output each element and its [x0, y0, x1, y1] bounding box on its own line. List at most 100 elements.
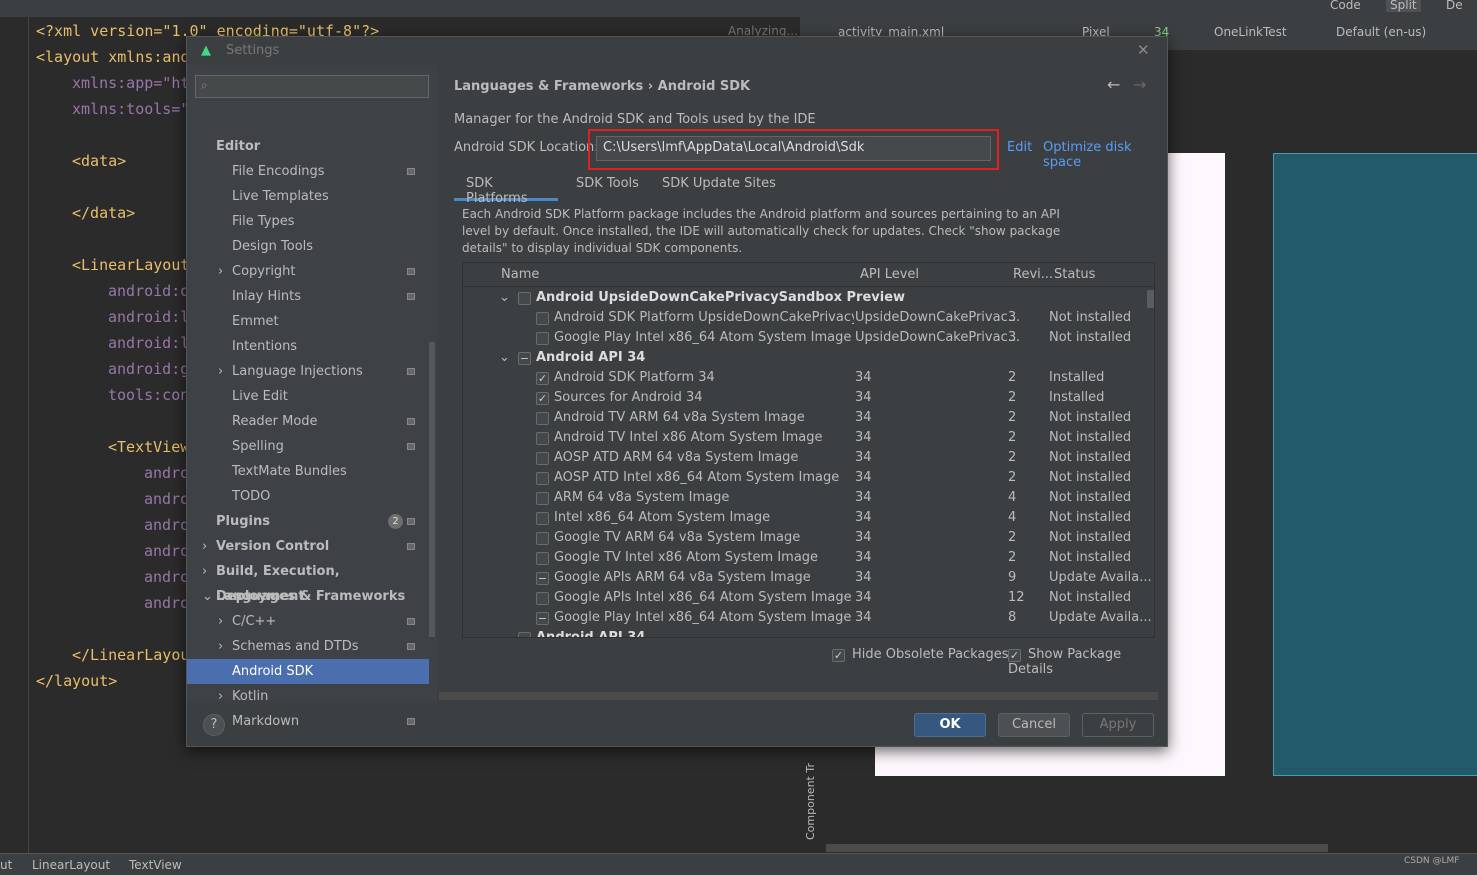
sidebar-item[interactable]: Editor [187, 134, 429, 159]
horizontal-scrollbar[interactable] [826, 844, 1328, 852]
sidebar-item[interactable]: › Build, Execution, Deployment [187, 559, 429, 604]
table-row[interactable]: − Google APIs ARM 64 v8a System Image 34 9 U… [463, 568, 1152, 588]
table-row[interactable]: Android SDK Platform UpsideDownCakePriva… [463, 308, 1143, 328]
sidebar-item[interactable]: Intentions [187, 334, 429, 359]
sidebar-item[interactable]: › Version Control [187, 534, 429, 559]
theme-selector[interactable]: OneLinkTest [1214, 25, 1287, 39]
split-mode-button[interactable]: Split [1386, 0, 1421, 12]
package-checkbox[interactable] [536, 312, 549, 325]
package-checkbox[interactable]: − [518, 352, 531, 365]
edit-link[interactable]: Edit [1007, 140, 1032, 155]
table-row[interactable]: AOSP ATD Intel x86_64 Atom System Image 3… [463, 468, 1143, 488]
breadcrumb-item[interactable]: Languages & Frameworks [454, 79, 643, 94]
sdk-location-field[interactable]: C:\Users\lmf\AppData\Local\Android\Sdk [596, 136, 991, 161]
tab-sdk-update-sites[interactable]: SDK Update Sites [662, 176, 776, 191]
table-row[interactable]: ARM 64 v8a System Image 34 4 Not installed [463, 488, 1143, 508]
project-level-icon [407, 443, 415, 450]
table-row[interactable]: Google TV ARM 64 v8a System Image 34 2 Not … [463, 528, 1143, 548]
col-name[interactable]: Name [501, 267, 539, 282]
package-checkbox[interactable] [536, 532, 549, 545]
table-group-row[interactable]: ⌄−Android API 34 [463, 628, 1143, 637]
col-status[interactable]: Status [1054, 267, 1095, 282]
show-details-checkbox[interactable]: ✓ Show Package Details [1008, 647, 1167, 677]
sidebar-item[interactable]: ⌄ Languages & Frameworks [187, 584, 429, 609]
package-checkbox[interactable]: − [536, 572, 549, 585]
sidebar-item[interactable]: Inlay Hints [187, 284, 429, 309]
table-row[interactable]: AOSP ATD ARM 64 v8a System Image 34 2 Not i… [463, 448, 1143, 468]
sidebar-item[interactable]: Emmet [187, 309, 429, 334]
panel-scrollbar[interactable] [439, 692, 1158, 700]
table-row[interactable]: Google APIs Intel x86_64 Atom System Ima… [463, 588, 1143, 608]
design-mode-button[interactable]: De [1446, 0, 1463, 12]
package-checkbox[interactable] [536, 492, 549, 505]
package-checkbox[interactable] [536, 432, 549, 445]
package-checkbox[interactable]: − [518, 632, 531, 637]
package-checkbox[interactable]: ✓ [536, 392, 549, 405]
package-checkbox[interactable] [536, 592, 549, 605]
package-checkbox[interactable] [536, 472, 549, 485]
package-checkbox[interactable]: − [536, 612, 549, 625]
table-row[interactable]: Intel x86_64 Atom System Image 34 4 Not ins… [463, 508, 1143, 528]
tab-sdk-platforms[interactable]: SDK Platforms [454, 175, 558, 206]
table-row[interactable]: Google TV Intel x86 Atom System Image 34 2… [463, 548, 1143, 568]
ok-button[interactable]: OK [914, 713, 986, 737]
close-icon[interactable]: ✕ [1137, 41, 1150, 59]
sidebar-item[interactable]: File Types [187, 209, 429, 234]
table-row[interactable]: Android TV Intel x86 Atom System Image 34… [463, 428, 1143, 448]
chevron-down-icon[interactable]: ⌄ [499, 628, 510, 637]
sidebar-item[interactable]: TODO [187, 484, 429, 509]
chevron-down-icon[interactable]: ⌄ [499, 348, 510, 368]
component-tree-tab[interactable]: Component Tr [804, 740, 818, 840]
sidebar-item-label: File Encodings [232, 164, 325, 179]
col-api-level[interactable]: API Level [860, 267, 919, 282]
package-checkbox[interactable] [518, 292, 531, 305]
cancel-button[interactable]: Cancel [998, 713, 1070, 737]
table-row[interactable]: ✓ Sources for Android 34 34 2 Installed [463, 388, 1143, 408]
chevron-down-icon[interactable]: ⌄ [499, 288, 510, 308]
sidebar-item[interactable]: Design Tools [187, 234, 429, 259]
sidebar-item[interactable]: › Language Injections [187, 359, 429, 384]
table-row[interactable]: Android TV ARM 64 v8a System Image 34 2 Not… [463, 408, 1143, 428]
sidebar-item[interactable]: Reader Mode [187, 409, 429, 434]
sidebar-item[interactable]: › Schemas and DTDs [187, 634, 429, 659]
apply-button[interactable]: Apply [1082, 713, 1154, 737]
col-revision[interactable]: Revi... [1013, 267, 1053, 282]
table-row[interactable]: ✓ Android SDK Platform 34 34 2 Installed [463, 368, 1143, 388]
sidebar-item[interactable]: Spelling [187, 434, 429, 459]
breadcrumb-item[interactable]: TextView [129, 858, 182, 872]
help-button[interactable]: ? [203, 714, 225, 736]
package-checkbox[interactable] [536, 412, 549, 425]
locale-selector[interactable]: Default (en-us) [1336, 25, 1426, 39]
table-group-row[interactable]: ⌄ Android UpsideDownCakePrivacySandbox Pr… [463, 288, 1143, 308]
chevron-icon: › [218, 264, 224, 279]
sidebar-item[interactable]: Live Edit [187, 384, 429, 409]
tab-sdk-tools[interactable]: SDK Tools [576, 176, 639, 191]
sidebar-item[interactable]: › Copyright [187, 259, 429, 284]
forward-arrow-icon[interactable]: → [1133, 75, 1146, 94]
breadcrumb-item[interactable]: ut [0, 858, 12, 872]
back-arrow-icon[interactable]: ← [1107, 75, 1120, 94]
hide-obsolete-checkbox[interactable]: ✓ Hide Obsolete Packages [832, 647, 1008, 662]
table-row[interactable]: − Google Play Intel x86_64 Atom System Im… [463, 608, 1152, 628]
settings-search-input[interactable] [195, 75, 429, 98]
package-checkbox[interactable] [536, 512, 549, 525]
sidebar-item[interactable]: › Kotlin [187, 684, 429, 709]
package-checkbox[interactable] [536, 452, 549, 465]
table-group-row[interactable]: ⌄−Android API 34 [463, 348, 1143, 368]
code-mode-button[interactable]: Code [1330, 0, 1361, 12]
package-checkbox[interactable]: ✓ [536, 372, 549, 385]
sidebar-item[interactable]: › C/C++ [187, 609, 429, 634]
sidebar-scrollbar[interactable] [429, 342, 435, 637]
package-checkbox[interactable] [536, 552, 549, 565]
sidebar-item[interactable]: Plugins 2 [187, 509, 429, 534]
optimize-disk-link[interactable]: Optimize disk space [1043, 140, 1167, 170]
package-checkbox[interactable] [536, 332, 549, 345]
table-scrollbar[interactable] [1147, 290, 1154, 308]
table-row[interactable]: Google Play Intel x86_64 Atom System Ima… [463, 328, 1143, 348]
sidebar-item[interactable]: File Encodings [187, 159, 429, 184]
breadcrumb-item[interactable]: LinearLayout [32, 858, 110, 872]
sidebar-item-label: Emmet [232, 314, 279, 329]
sidebar-item[interactable]: Live Templates [187, 184, 429, 209]
sidebar-item[interactable]: Android SDK [187, 659, 429, 684]
sidebar-item[interactable]: TextMate Bundles [187, 459, 429, 484]
